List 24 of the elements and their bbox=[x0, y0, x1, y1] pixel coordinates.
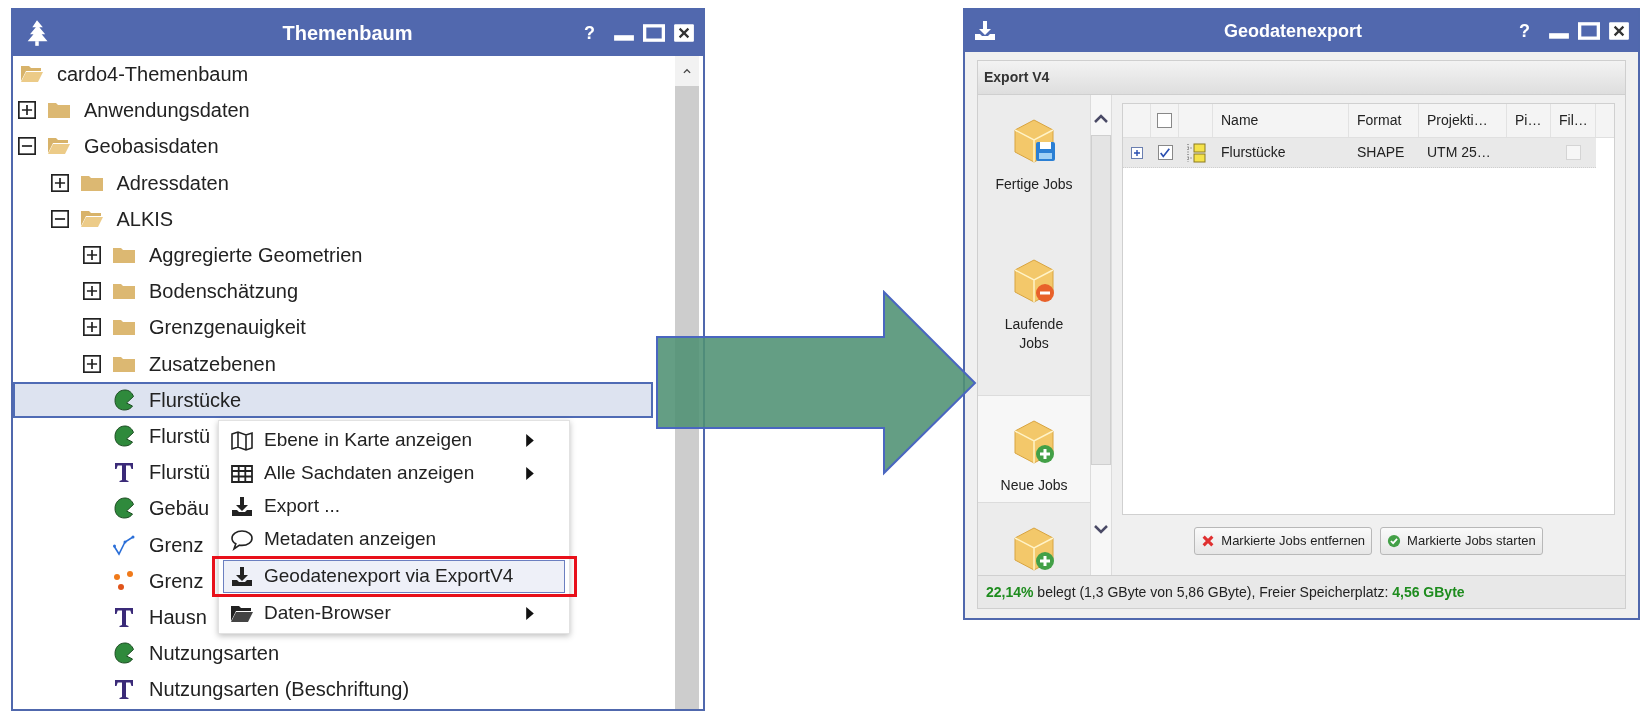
status-bar: 22,14% belegt (1,3 GByte von 5,86 GByte), Freier Speicherplatz: 4,56 GByte bbox=[978, 575, 1625, 608]
tree-item-label: Flurstü bbox=[149, 423, 211, 449]
tree-item-label: Hausn bbox=[149, 604, 207, 630]
tree-item-label: Flurstücke bbox=[149, 387, 242, 413]
tree-item-label: Aggregierte Geometrien bbox=[149, 243, 363, 269]
tree-item-label: ALKIS bbox=[116, 206, 174, 232]
tree-item-label: Gebäu bbox=[149, 496, 210, 522]
tree-item-label: Nutzungsarten bbox=[149, 641, 280, 667]
tree-item-label: Adressdaten bbox=[116, 170, 229, 196]
table-cell: UTM 25… bbox=[1427, 144, 1491, 160]
table-cell: SHAPE bbox=[1357, 144, 1405, 160]
tree-item-label: Grenz bbox=[149, 532, 204, 558]
tree-item-label: Bodenschätzung bbox=[149, 279, 298, 305]
window-title: Themenbaum bbox=[281, 21, 414, 46]
tree-item-label: cardo4-Themenbaum bbox=[57, 62, 249, 88]
tree-item-label: Zusatzebenen bbox=[149, 351, 276, 377]
tree-item-label: Flurstü bbox=[149, 460, 211, 486]
tree-item-label: Grenzgenauigkeit bbox=[149, 315, 306, 341]
tree-item-label: Geobasisdaten bbox=[84, 134, 219, 160]
tree-item-label: Anwendungsdaten bbox=[84, 98, 250, 124]
tree-item-label: Grenz bbox=[149, 568, 204, 594]
window-title: Geodatenexport bbox=[1223, 19, 1363, 43]
table-cell: Flurstücke bbox=[1221, 144, 1286, 160]
tree-item-label: Nutzungsarten (Beschriftung) bbox=[149, 677, 410, 703]
